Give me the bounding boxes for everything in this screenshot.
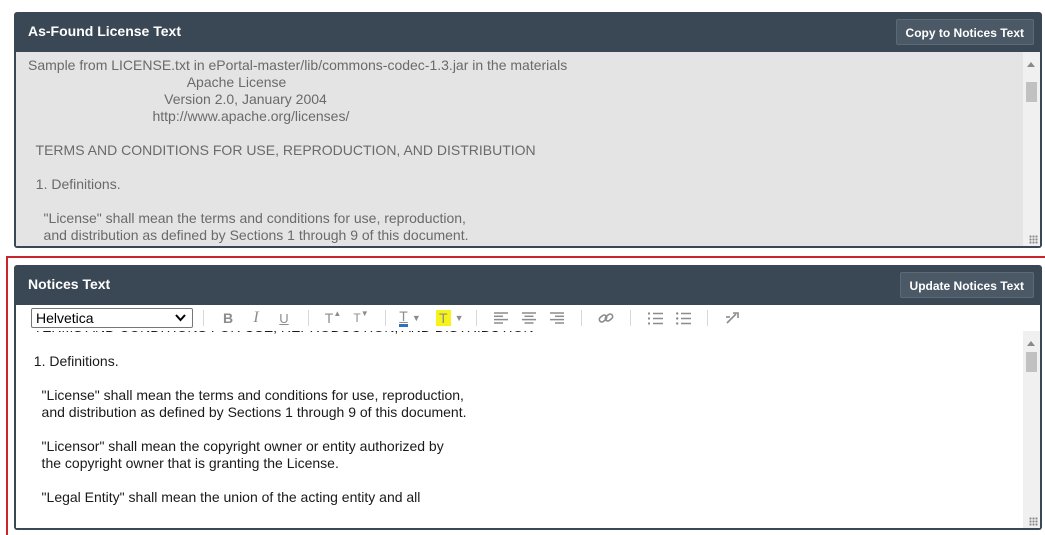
unordered-list-icon[interactable] (672, 308, 694, 328)
toolbar-separator (385, 310, 386, 326)
superscript-button[interactable]: T ▲ (322, 308, 344, 328)
highlight-color-button[interactable]: T ▼ (436, 308, 463, 328)
notices-text: TERMS AND CONDITIONS FOR USE, REPRODUCTI… (33, 331, 534, 505)
toolbar-separator (581, 310, 583, 326)
subscript-button[interactable]: T ▼ (350, 308, 372, 328)
as-found-title: As-Found License Text (28, 23, 181, 39)
editor-toolbar: Helvetica B I U T ▲ T ▼ T ▼ T ▼ (16, 305, 1040, 331)
align-center-icon[interactable] (518, 308, 540, 328)
underline-button[interactable]: U (273, 308, 295, 328)
scroll-thumb[interactable] (1026, 82, 1037, 102)
toolbar-separator (707, 310, 709, 326)
align-right-icon[interactable] (546, 308, 568, 328)
font-color-button[interactable]: T ▼ (399, 308, 421, 328)
subscript-label: T (353, 311, 361, 325)
notices-title: Notices Text (28, 276, 111, 292)
link-icon[interactable] (595, 308, 617, 328)
clear-formatting-icon[interactable] (721, 308, 743, 328)
font-color-label: T (399, 309, 408, 327)
toolbar-separator (630, 310, 632, 326)
chevron-down-icon (175, 314, 186, 322)
superscript-label: T (324, 310, 334, 326)
resize-grip-icon[interactable] (1029, 235, 1038, 244)
caret-down-icon: ▼ (411, 313, 421, 323)
bold-button[interactable]: B (217, 308, 239, 328)
highlight-label: T (436, 310, 451, 326)
toolbar-separator (308, 310, 309, 326)
as-found-panel: As-Found License Text Copy to Notices Te… (14, 12, 1042, 248)
as-found-textarea[interactable]: Sample from LICENSE.txt in ePortal-maste… (16, 52, 1040, 246)
as-found-text: Sample from LICENSE.txt in ePortal-maste… (28, 57, 568, 243)
toolbar-separator (203, 310, 204, 326)
as-found-scrollbar[interactable] (1023, 52, 1040, 246)
scroll-up-arrow-icon[interactable] (1027, 62, 1035, 67)
font-family-select[interactable]: Helvetica (31, 308, 193, 328)
copy-to-notices-button[interactable]: Copy to Notices Text (895, 19, 1034, 45)
font-family-value: Helvetica (36, 310, 94, 326)
scroll-up-arrow-icon[interactable] (1027, 341, 1035, 346)
notices-editor[interactable]: Helvetica B I U T ▲ T ▼ T ▼ T ▼ 1. Defin… (16, 305, 1040, 528)
scroll-thumb[interactable] (1026, 352, 1037, 372)
toolbar-separator (476, 310, 478, 326)
ordered-list-icon[interactable] (644, 308, 666, 328)
caret-down-icon: ▼ (454, 313, 464, 323)
italic-button[interactable]: I (245, 308, 267, 328)
update-notices-button[interactable]: Update Notices Text (899, 272, 1034, 298)
notices-panel: Notices Text Update Notices Text Helveti… (14, 265, 1042, 530)
notices-editor-body[interactable]: TERMS AND CONDITIONS FOR USE, REPRODUCTI… (16, 331, 1023, 528)
notices-scrollbar[interactable] (1023, 331, 1040, 528)
align-left-icon[interactable] (490, 308, 512, 328)
resize-grip-icon[interactable] (1029, 517, 1038, 526)
